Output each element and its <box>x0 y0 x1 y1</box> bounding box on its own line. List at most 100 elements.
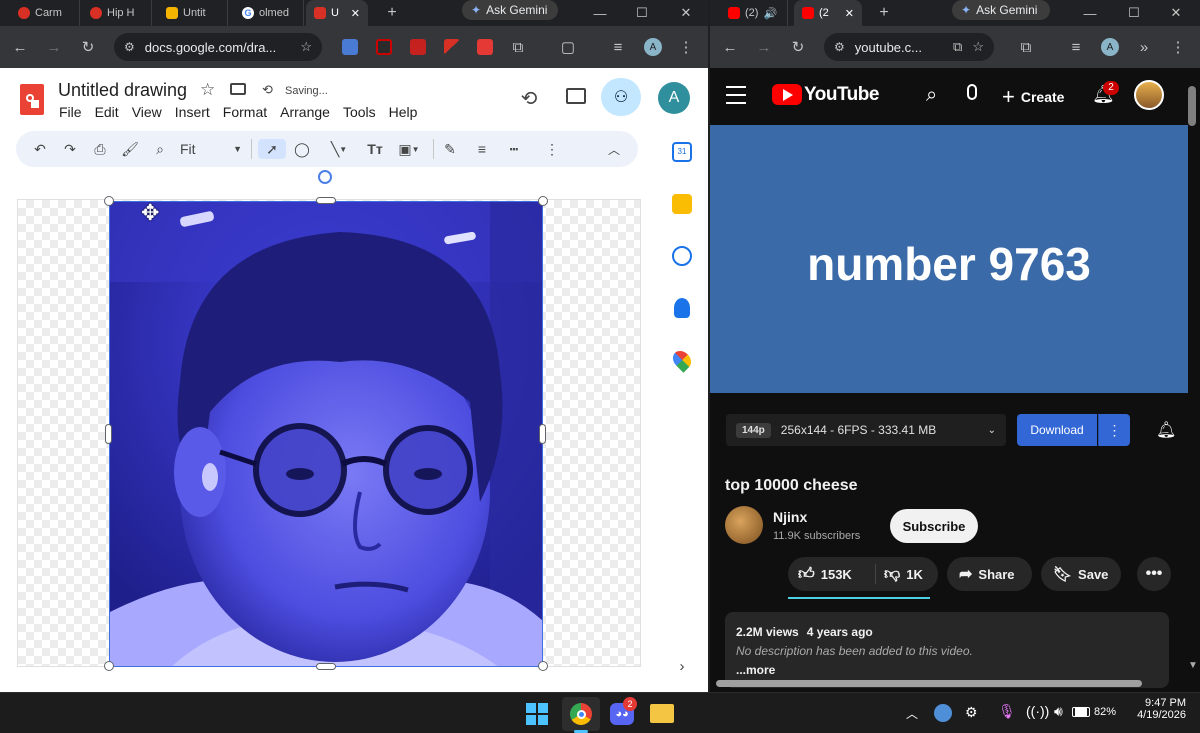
tab-3[interactable]: Untit <box>158 0 228 26</box>
save-button[interactable]: 🔖︎ Save <box>1041 557 1121 591</box>
resize-handle-ne[interactable] <box>538 196 548 206</box>
border-weight-icon[interactable]: ≡ <box>472 139 492 159</box>
subscribe-button[interactable]: Subscribe <box>890 509 978 543</box>
tab-4[interactable]: G olmed <box>234 0 304 26</box>
more-extensions-icon[interactable]: » <box>1134 37 1154 57</box>
like-button[interactable]: 👍︎ 153K <box>788 564 876 584</box>
lens-icon[interactable]: ▢ <box>558 37 578 57</box>
selected-image[interactable] <box>109 201 543 667</box>
minimize-button[interactable]: — <box>582 0 618 26</box>
user-avatar[interactable] <box>1134 80 1164 110</box>
redo-icon[interactable]: ↷ <box>60 139 80 159</box>
site-info-icon[interactable]: ⚙ <box>124 40 135 54</box>
text-box-icon[interactable]: Tт <box>364 139 386 159</box>
comments-icon[interactable] <box>566 88 586 104</box>
ask-gemini-button[interactable]: ✦ Ask Gemini <box>952 0 1050 20</box>
menu-help[interactable]: Help <box>389 104 418 120</box>
print-icon[interactable]: ⎙ <box>90 139 110 159</box>
tab-2[interactable]: Hip H <box>82 0 152 26</box>
maximize-button[interactable]: ☐ <box>1116 0 1152 26</box>
microphone-icon[interactable] <box>967 84 977 100</box>
new-tab-button[interactable]: + <box>870 0 898 26</box>
show-hidden-icons-icon[interactable]: ︿ <box>906 705 918 722</box>
menu-arrange[interactable]: Arrange <box>280 104 330 120</box>
maximize-button[interactable]: ☐ <box>624 0 660 26</box>
more-options-icon[interactable]: ⋮ <box>542 139 562 159</box>
wifi-icon[interactable]: ((·)) <box>1026 703 1049 719</box>
tab-1[interactable]: Carm <box>10 0 80 26</box>
tab-2-active[interactable]: (2 ✕ <box>794 0 862 26</box>
install-app-icon[interactable]: ⧉ <box>953 39 962 55</box>
battery-icon[interactable] <box>1072 707 1090 717</box>
extension-icon[interactable] <box>376 39 392 55</box>
hamburger-menu-icon[interactable] <box>726 86 746 104</box>
resize-handle-w[interactable] <box>105 424 112 444</box>
collapse-toolbar-icon[interactable]: ︿ <box>604 139 624 159</box>
reload-icon[interactable]: ↻ <box>76 35 100 59</box>
menu-insert[interactable]: Insert <box>175 104 210 120</box>
menu-tools[interactable]: Tools <box>343 104 376 120</box>
minimize-button[interactable]: — <box>1072 0 1108 26</box>
page-scrollbar[interactable] <box>1188 86 1196 126</box>
dislike-button[interactable]: 👎︎ 1K <box>876 565 938 584</box>
extensions-puzzle-icon[interactable]: ⧉ <box>508 37 528 57</box>
border-color-icon[interactable]: ✎ <box>440 139 460 159</box>
search-icon[interactable]: ⌕ <box>926 84 937 107</box>
chrome-menu-icon[interactable]: ⋮ <box>676 37 696 57</box>
volume-icon[interactable]: 🔊︎ <box>1054 703 1063 720</box>
share-add-person-button[interactable]: ⚇ <box>601 78 641 116</box>
drawings-logo[interactable] <box>20 84 44 115</box>
menu-format[interactable]: Format <box>223 104 267 120</box>
zoom-select[interactable]: Fit ▼ <box>180 139 242 159</box>
youtube-logo-icon[interactable] <box>772 84 802 105</box>
translate-extension-icon[interactable] <box>342 39 358 55</box>
tab-1[interactable]: (2) 🔊 <box>720 0 788 26</box>
more-actions-icon[interactable]: ••• <box>1137 557 1171 591</box>
paint-format-icon[interactable]: 🖌 <box>120 139 140 159</box>
tasks-icon[interactable] <box>672 246 692 266</box>
new-tab-button[interactable]: + <box>378 0 406 26</box>
media-control-icon[interactable]: ≡ <box>608 37 628 57</box>
forward-icon[interactable]: → <box>42 35 66 59</box>
close-tab-icon[interactable]: ✕ <box>845 7 854 20</box>
undo-icon[interactable]: ↶ <box>30 139 50 159</box>
channel-avatar[interactable] <box>725 506 763 544</box>
back-icon[interactable]: ← <box>8 35 32 59</box>
download-bell-icon[interactable]: 🔔︎ <box>1156 420 1176 440</box>
address-bar[interactable]: ⚙ youtube.c... ⧉ ☆ <box>824 33 994 61</box>
clock[interactable]: 9:47 PM 4/19/2026 <box>1124 697 1186 721</box>
rotate-handle[interactable] <box>318 170 332 184</box>
address-bar[interactable]: ⚙ docs.google.com/dra... ☆ <box>114 33 322 61</box>
bookmark-star-icon[interactable]: ☆ <box>300 39 312 55</box>
version-history-icon[interactable]: ⟲ <box>516 85 542 111</box>
expand-panel-icon[interactable]: › <box>672 656 692 676</box>
pen-extension-icon[interactable] <box>444 39 460 55</box>
line-tool-icon[interactable]: ╲ ▼ <box>322 139 356 159</box>
calendar-icon[interactable]: 31 <box>672 142 692 162</box>
description-box[interactable]: 2.2M views 4 years ago No description ha… <box>725 612 1169 688</box>
contacts-icon[interactable] <box>674 298 690 318</box>
share-button[interactable]: ➦ Share <box>947 557 1032 591</box>
border-dash-icon[interactable]: ┅ <box>504 139 524 159</box>
site-info-icon[interactable]: ⚙ <box>834 40 845 54</box>
menu-view[interactable]: View <box>132 104 162 120</box>
more-link[interactable]: ...more <box>736 663 775 677</box>
youtube-logo-text[interactable]: YouTube <box>804 84 879 106</box>
ask-gemini-button[interactable]: ✦ Ask Gemini <box>462 0 558 20</box>
create-button[interactable]: + Create <box>1002 84 1064 110</box>
channel-name[interactable]: Njinx <box>773 509 807 525</box>
extensions-puzzle-icon[interactable]: ⧉ <box>1016 37 1036 57</box>
chrome-menu-icon[interactable]: ⋮ <box>1168 37 1188 57</box>
horizontal-scrollbar[interactable] <box>716 680 1142 687</box>
resize-handle-s[interactable] <box>316 663 336 670</box>
onedrive-sync-icon[interactable] <box>934 704 952 722</box>
resize-handle-se[interactable] <box>538 661 548 671</box>
start-button[interactable] <box>526 703 548 725</box>
download-options-icon[interactable]: ⋮ <box>1098 414 1130 446</box>
close-window-button[interactable]: ✕ <box>1158 0 1194 26</box>
move-folder-icon[interactable] <box>230 83 246 95</box>
shape-tool-icon[interactable]: ◯ <box>292 139 312 159</box>
youtube-extension-icon[interactable] <box>410 39 426 55</box>
video-player[interactable]: number 9763 <box>710 125 1188 393</box>
quality-select[interactable]: 144p 256x144 - 6FPS - 333.41 MB ⌄ <box>726 414 1006 446</box>
